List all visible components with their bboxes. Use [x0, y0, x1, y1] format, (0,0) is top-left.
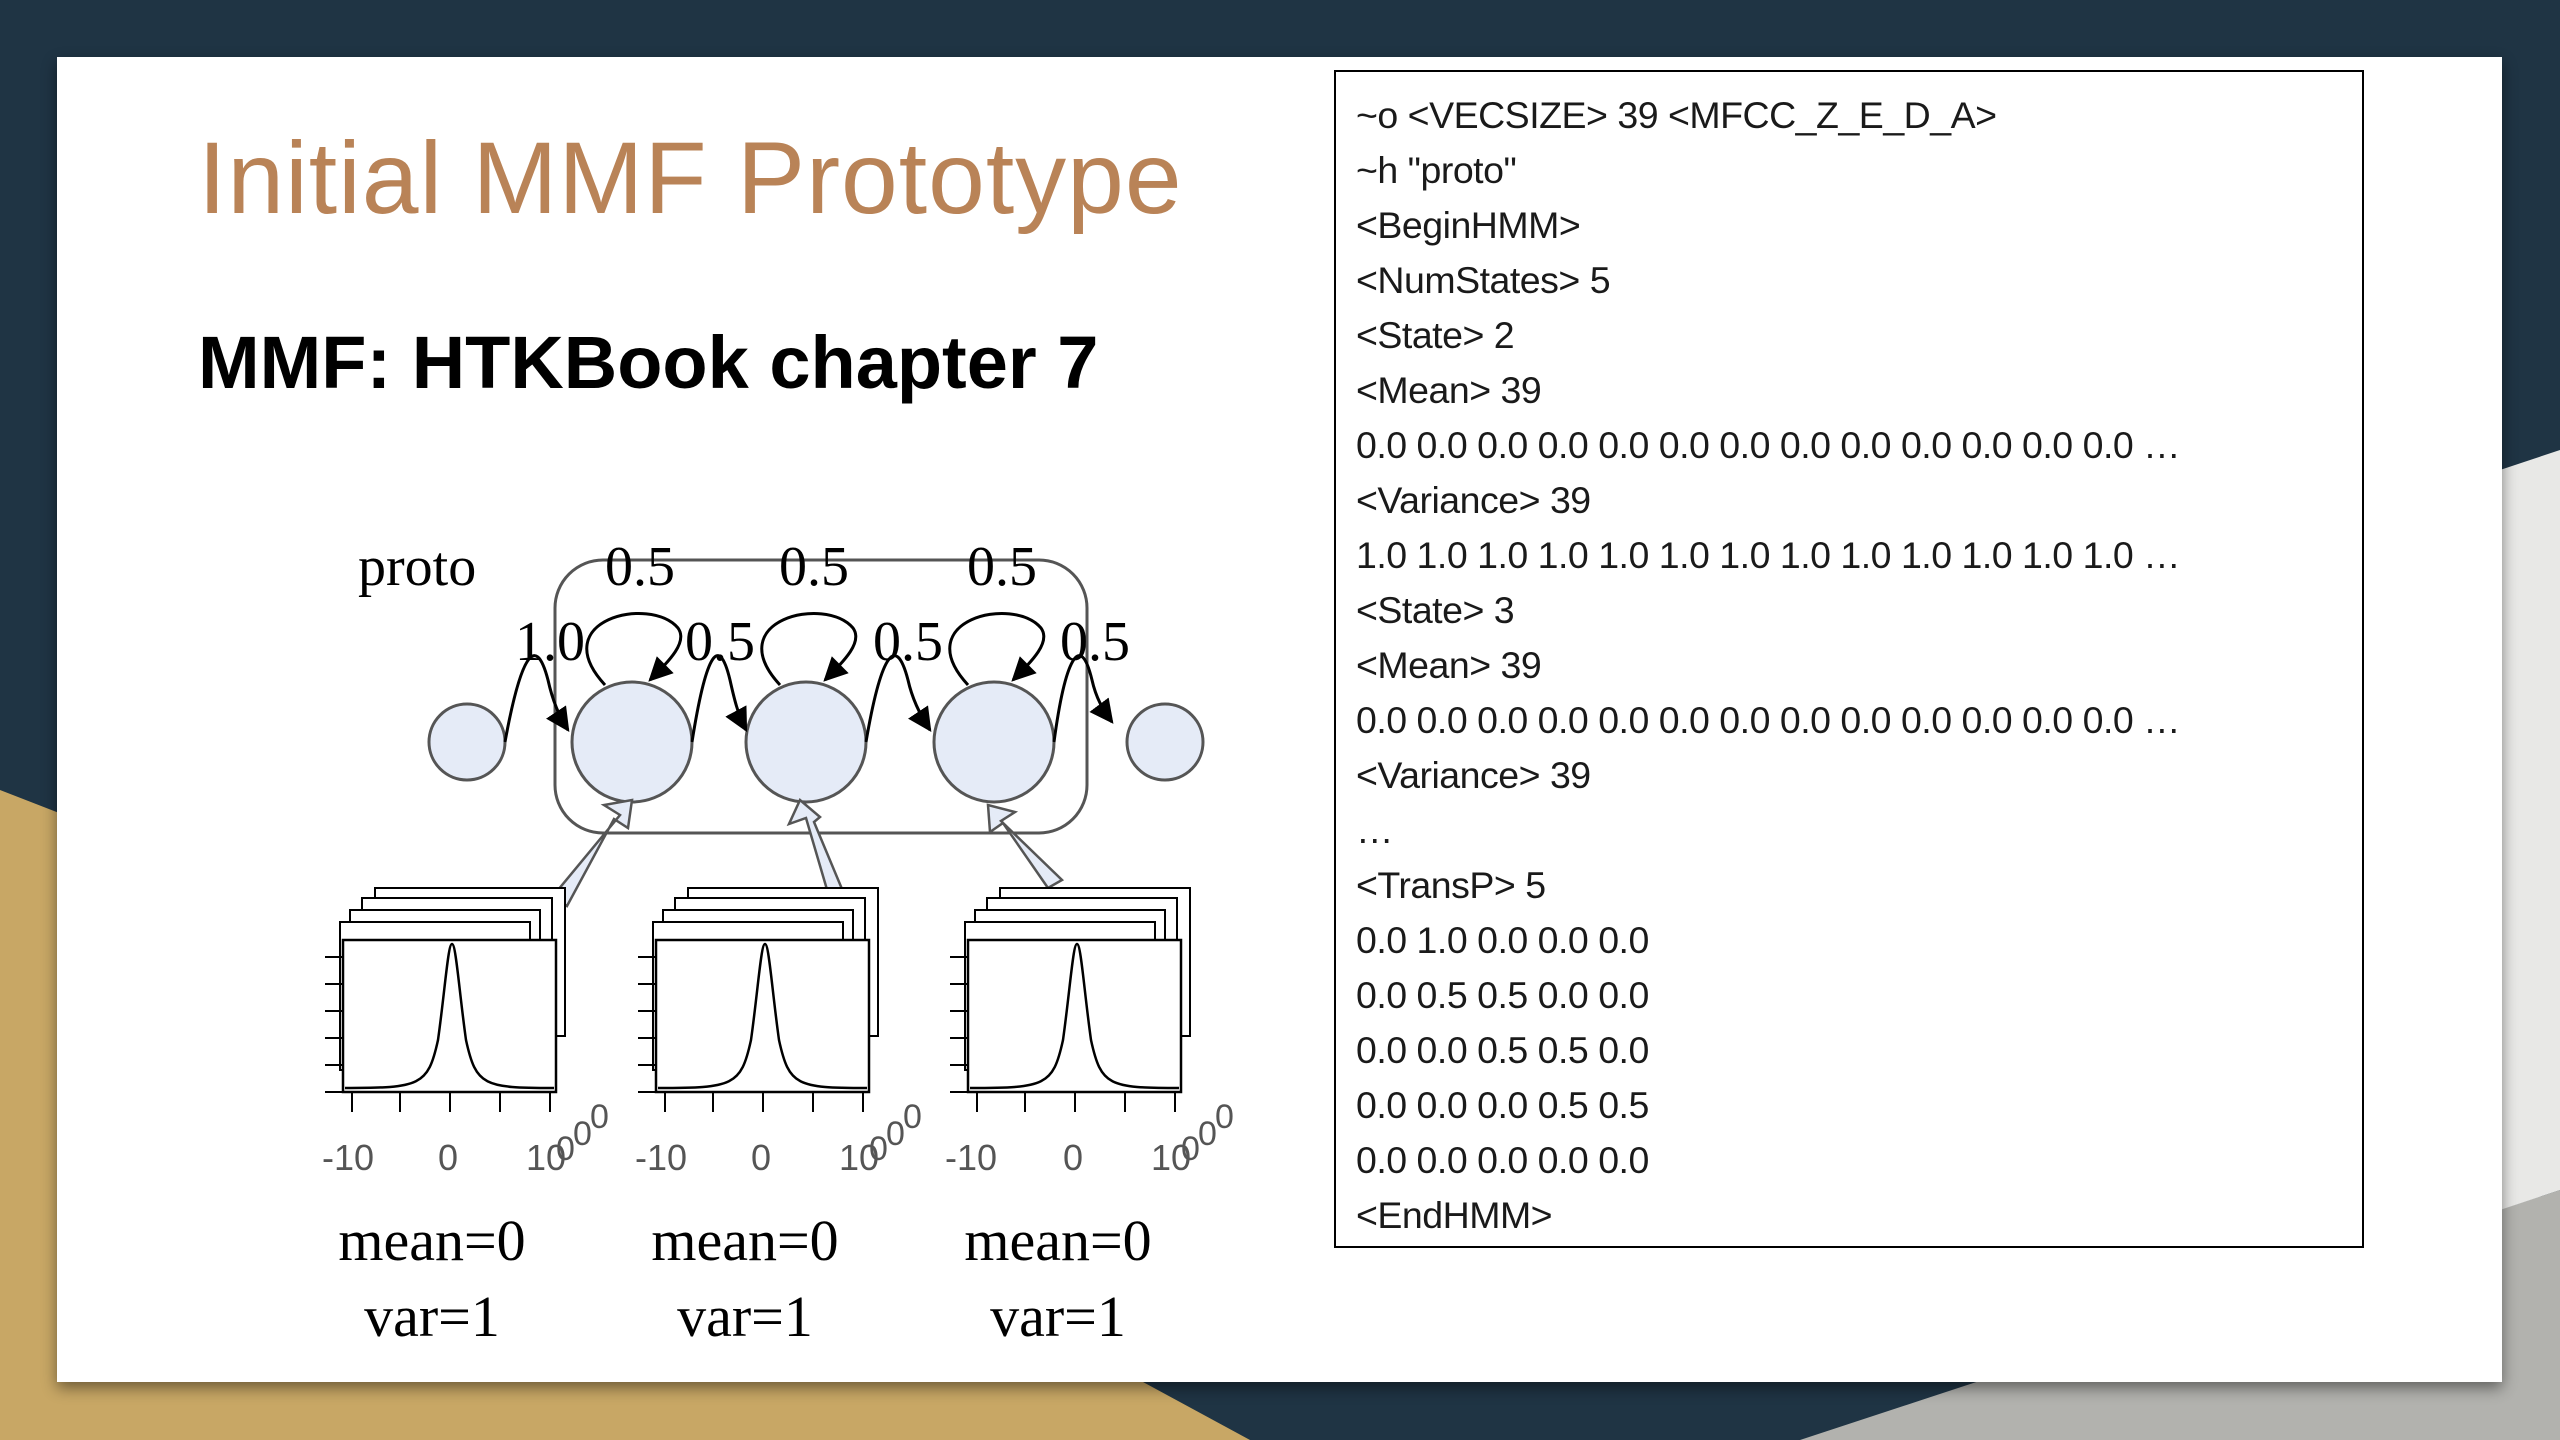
transition-label-4-5: 0.5	[1060, 611, 1130, 673]
state-4	[932, 680, 1056, 804]
tick-label-0: 0	[751, 1137, 771, 1178]
output-arrow-3	[786, 797, 844, 895]
self-loop-label-3: 0.5	[779, 536, 849, 598]
code-line: <TransP> 5	[1356, 864, 1546, 906]
code-line: ~o <VECSIZE> 39 <MFCC_Z_E_D_A>	[1356, 94, 1997, 136]
tick-label-neg10: -10	[945, 1137, 997, 1178]
code-line: <EndHMM>	[1356, 1194, 1553, 1236]
code-line: <Variance> 39	[1356, 754, 1591, 796]
var-label-2: var=1	[677, 1284, 813, 1349]
tick-label-neg10: -10	[322, 1137, 374, 1178]
code-line: <State> 2	[1356, 314, 1515, 356]
code-line: <BeginHMM>	[1356, 204, 1581, 246]
mean-label-3: mean=0	[964, 1208, 1151, 1273]
self-loop-2	[585, 612, 683, 687]
code-line: 0.0 1.0 0.0 0.0 0.0	[1356, 919, 1649, 961]
transition-label-3-4: 0.5	[873, 611, 943, 673]
mean-label-2: mean=0	[651, 1208, 838, 1273]
pdf-stack-3	[950, 887, 1191, 1112]
code-line: <State> 3	[1356, 589, 1515, 631]
code-line: 1.0 1.0 1.0 1.0 1.0 1.0 1.0 1.0 1.0 1.0 …	[1356, 534, 2181, 576]
code-line: <NumStates> 5	[1356, 259, 1611, 301]
code-line: ~h "proto"	[1356, 149, 1517, 191]
self-loop-label-4: 0.5	[967, 536, 1037, 598]
code-line: <Variance> 39	[1356, 479, 1591, 521]
code-line: <Mean> 39	[1356, 644, 1542, 686]
tick-label-0: 0	[1063, 1137, 1083, 1178]
self-loop-4	[948, 612, 1046, 687]
tick-label-depth: 0	[903, 1098, 922, 1136]
mean-label-1: mean=0	[338, 1208, 525, 1273]
code-line: 0.0 0.0 0.5 0.5 0.0	[1356, 1029, 1649, 1071]
tick-label-neg10: -10	[635, 1137, 687, 1178]
pdf-stack-1	[325, 887, 566, 1112]
code-line: 0.0 0.0 0.0 0.0 0.0	[1356, 1139, 1649, 1181]
code-line: 0.0 0.0 0.0 0.0 0.0 0.0 0.0 0.0 0.0 0.0 …	[1356, 699, 2181, 741]
state-3	[744, 680, 868, 804]
code-line: 0.0 0.5 0.5 0.0 0.0	[1356, 974, 1649, 1016]
var-label-1: var=1	[364, 1284, 500, 1349]
transition-label-2-3: 0.5	[685, 611, 755, 673]
tick-label-0: 0	[438, 1137, 458, 1178]
model-label: proto	[358, 536, 476, 598]
var-label-3: var=1	[990, 1284, 1126, 1349]
exit-state	[1125, 702, 1205, 782]
tick-label-depth: 0	[590, 1098, 609, 1136]
code-line: …	[1356, 809, 1394, 851]
tick-label-depth: 0	[1215, 1098, 1234, 1136]
pdf-stack-2	[638, 887, 879, 1112]
code-line: 0.0 0.0 0.0 0.0 0.0 0.0 0.0 0.0 0.0 0.0 …	[1356, 424, 2181, 466]
output-arrow-4	[986, 803, 1065, 890]
entry-state	[427, 702, 507, 782]
self-loop-3	[760, 612, 858, 687]
self-loop-label-2: 0.5	[605, 536, 675, 598]
transition-label-1-2: 1.0	[515, 611, 585, 673]
state-2	[570, 680, 694, 804]
code-line: 0.0 0.0 0.0 0.5 0.5	[1356, 1084, 1649, 1126]
prototype-definition-box: ~o <VECSIZE> 39 <MFCC_Z_E_D_A> ~h "proto…	[1334, 70, 2364, 1248]
code-line: <Mean> 39	[1356, 369, 1542, 411]
